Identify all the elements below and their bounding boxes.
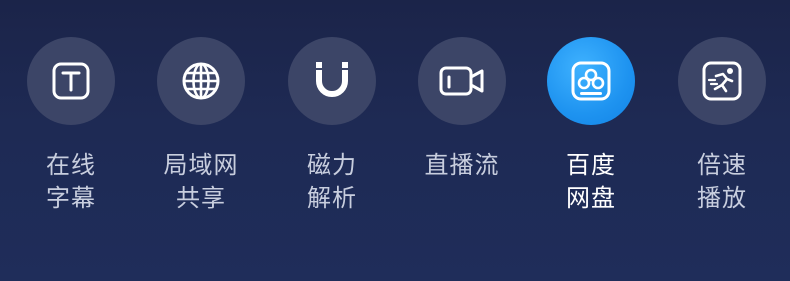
magnet-parse-label-line2: 解析 — [307, 184, 357, 212]
online-subtitle-icon-circle — [27, 37, 115, 125]
playback-speed-button[interactable]: 倍速 播放 — [667, 37, 777, 215]
magnet-parse-label: 磁力 解析 — [307, 149, 357, 215]
live-stream-label-line1: 直播流 — [424, 151, 500, 179]
lan-share-label: 局域网 共享 — [164, 149, 239, 215]
playback-speed-icon-circle — [678, 37, 766, 125]
online-subtitle-label: 在线 字幕 — [46, 149, 96, 215]
live-stream-label: 直播流 — [425, 149, 500, 182]
online-subtitle-label-line2: 字幕 — [46, 184, 96, 212]
live-stream-button[interactable]: 直播流 — [407, 37, 517, 182]
magnet-parse-label-line1: 磁力 — [307, 151, 357, 179]
baidu-netdisk-label-line1: 百度 — [566, 151, 616, 179]
lan-share-label-line1: 局域网 — [163, 151, 239, 179]
magnet-icon — [315, 62, 349, 97]
lan-share-icon-circle — [157, 37, 245, 125]
speed-runner-icon — [702, 61, 742, 101]
magnet-parse-button[interactable]: 磁力 解析 — [277, 37, 387, 215]
text-subtitle-icon — [52, 62, 90, 100]
live-stream-icon-circle — [418, 37, 506, 125]
online-subtitle-label-line1: 在线 — [46, 151, 96, 179]
online-subtitle-button[interactable]: 在线 字幕 — [16, 37, 126, 215]
baidu-netdisk-label-line2: 网盘 — [566, 184, 616, 212]
baidu-netdisk-icon-circle — [547, 37, 635, 125]
baidu-netdisk-button[interactable]: 百度 网盘 — [536, 37, 646, 215]
playback-speed-label-line1: 倍速 — [697, 151, 747, 179]
lan-share-label-line2: 共享 — [176, 184, 226, 212]
playback-speed-label: 倍速 播放 — [697, 149, 747, 215]
baidu-cloud-icon — [571, 61, 611, 101]
lan-share-button[interactable]: 局域网 共享 — [146, 37, 256, 215]
video-camera-icon — [439, 66, 484, 96]
globe-icon — [182, 62, 220, 100]
magnet-parse-icon-circle — [288, 37, 376, 125]
baidu-netdisk-label: 百度 网盘 — [566, 149, 616, 215]
playback-speed-label-line2: 播放 — [697, 184, 747, 212]
